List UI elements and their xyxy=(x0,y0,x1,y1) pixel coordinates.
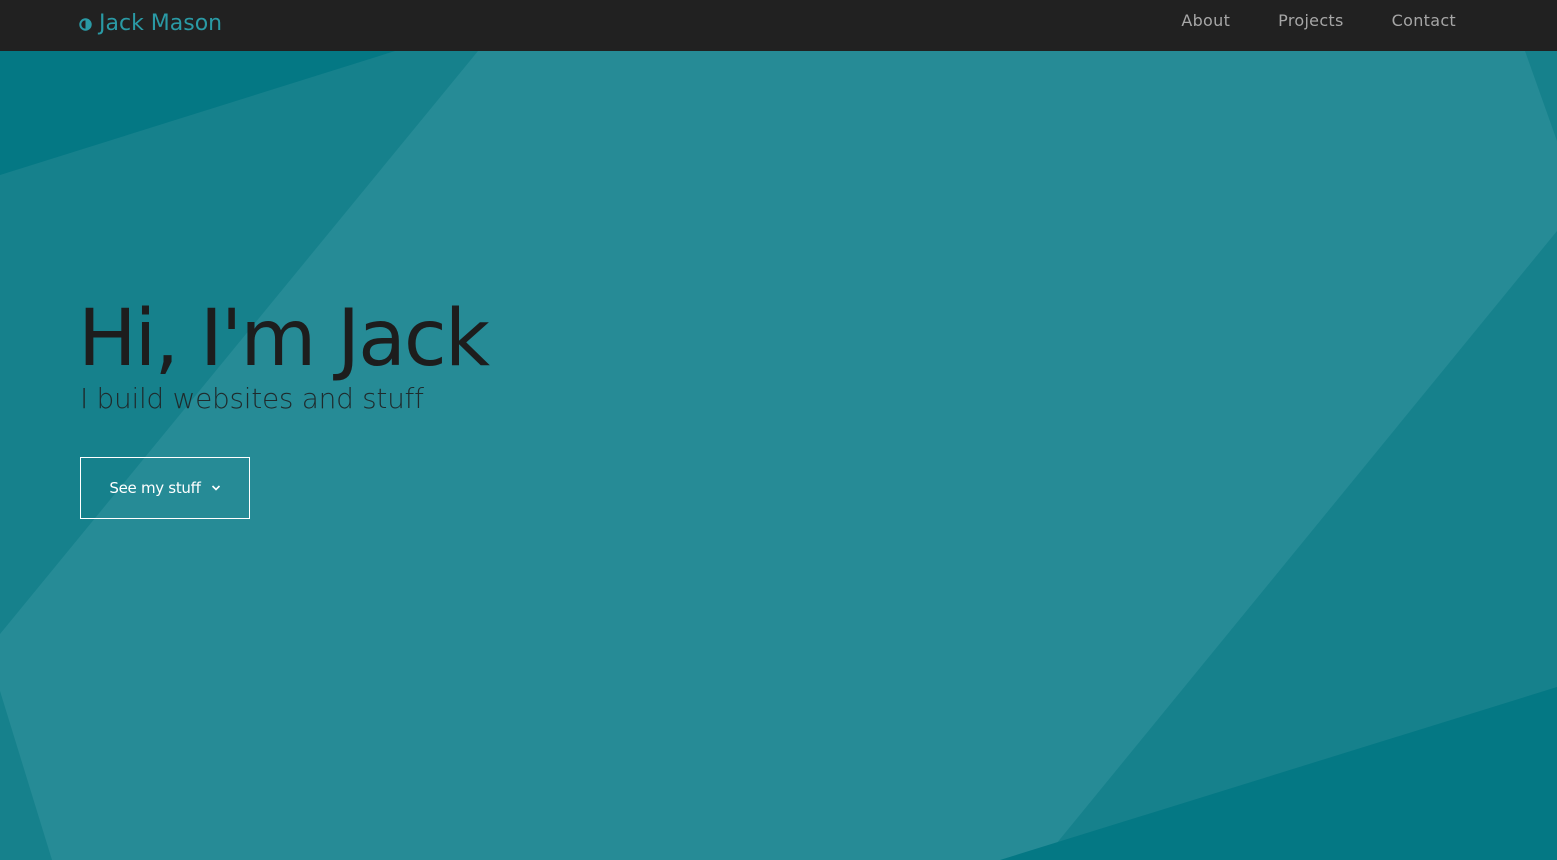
brand-name: Jack Mason xyxy=(99,11,223,36)
nav-link-about[interactable]: About xyxy=(1181,10,1230,32)
nav-link-projects[interactable]: Projects xyxy=(1278,10,1343,32)
chevron-down-icon xyxy=(211,485,220,491)
navbar: Jack Mason About Projects Contact xyxy=(0,0,1557,51)
hero-title: Hi, I'm Jack xyxy=(78,294,490,384)
hero-section: Hi, I'm Jack I build websites and stuff … xyxy=(0,51,1557,860)
hero-background-shapes xyxy=(0,51,1557,860)
nav-link-contact[interactable]: Contact xyxy=(1392,10,1456,32)
brand-link[interactable]: Jack Mason xyxy=(79,9,222,39)
cta-label: See my stuff xyxy=(109,479,201,497)
hero-subtitle: I build websites and stuff xyxy=(80,382,424,415)
nav-links: About Projects Contact xyxy=(1133,10,1456,32)
see-my-stuff-button[interactable]: See my stuff xyxy=(80,457,250,519)
half-circle-icon xyxy=(79,18,92,31)
